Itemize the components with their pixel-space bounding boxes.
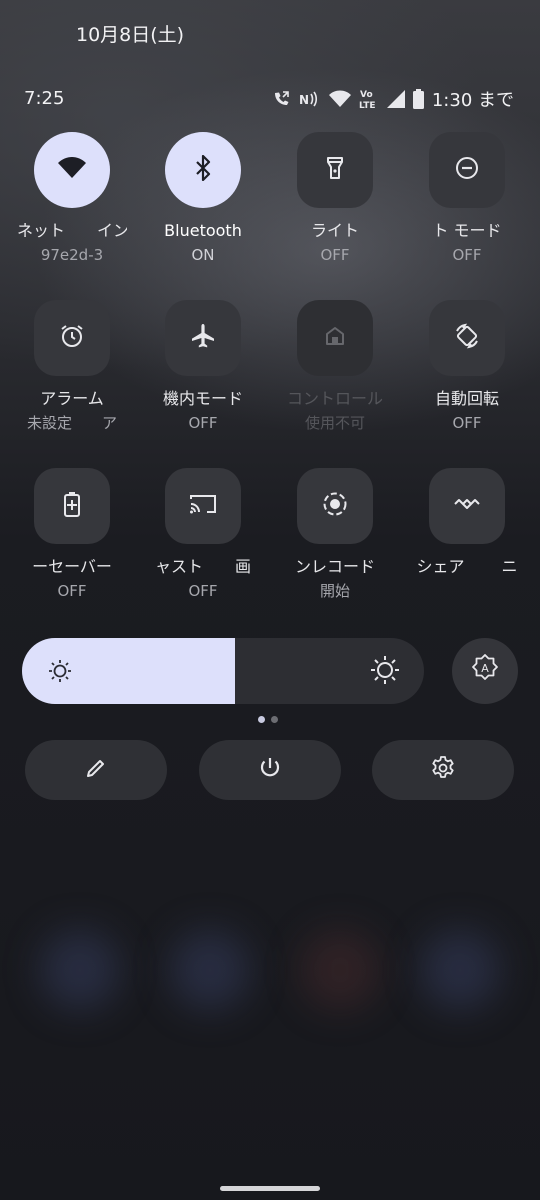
tile-label: ネット イン <box>17 221 127 240</box>
volte-icon: Vo LTE <box>359 88 379 110</box>
tile-nearby-share[interactable]: シェア ニ <box>412 468 522 602</box>
screen-record-icon <box>322 491 348 521</box>
tile-cast-button[interactable] <box>165 468 241 544</box>
tile-label: 自動回転 <box>434 389 499 408</box>
page-dot <box>271 716 278 723</box>
tile-alarm[interactable]: アラーム 未設定 ア <box>17 300 127 434</box>
status-bar: N Vo LTE 1:30 まで <box>271 88 514 111</box>
tile-dnd[interactable]: ト モード OFF <box>412 132 522 266</box>
svg-text:A: A <box>481 662 489 675</box>
tile-flashlight-button[interactable] <box>297 132 373 208</box>
tile-label: シェア ニ <box>416 557 518 576</box>
tile-label: ト モード <box>432 221 502 240</box>
date-label: 10月8日(土) <box>76 24 185 46</box>
tile-screen-record-button[interactable] <box>297 468 373 544</box>
auto-brightness-icon: A <box>469 653 501 689</box>
call-forward-icon <box>271 88 291 110</box>
brightness-low-icon <box>48 659 72 687</box>
tile-status: OFF <box>57 582 87 600</box>
battery-time-remaining: 1:30 まで <box>431 90 514 111</box>
clock: 7:25 <box>24 88 65 109</box>
tile-status <box>412 580 522 602</box>
alarm-icon <box>59 323 85 353</box>
battery-icon <box>412 88 424 110</box>
tile-label: ーセーバー <box>32 557 112 576</box>
tile-status: 未設定 ア <box>26 414 117 432</box>
svg-text:LTE: LTE <box>359 101 376 110</box>
tile-status: 開始 <box>319 582 350 600</box>
page-indicator <box>258 716 278 723</box>
blurred-app-icon <box>300 930 380 1010</box>
tile-internet-button[interactable] <box>34 132 110 208</box>
tile-nearby-share-button[interactable] <box>429 468 505 544</box>
tile-status: ON <box>191 246 215 264</box>
tile-home-control[interactable]: コントロール 使用不可 <box>280 300 390 434</box>
battery-saver-icon <box>64 491 80 521</box>
tile-status: OFF <box>452 414 482 432</box>
wifi-icon <box>57 156 87 184</box>
power-button[interactable] <box>199 740 341 800</box>
tile-status: OFF <box>320 246 350 264</box>
tile-bluetooth[interactable]: Bluetooth ON <box>148 132 258 266</box>
gear-icon <box>430 755 456 785</box>
edit-button[interactable] <box>25 740 167 800</box>
tile-label: 機内モード <box>162 389 243 408</box>
tile-airplane-button[interactable] <box>165 300 241 376</box>
flashlight-icon <box>326 156 344 184</box>
power-icon <box>258 756 282 784</box>
auto-brightness-button[interactable]: A <box>452 638 518 704</box>
tile-status: 97e2d-3 <box>40 246 127 264</box>
tile-label: ャスト 画 <box>154 557 251 576</box>
blurred-app-icon <box>170 930 250 1010</box>
tile-alarm-button[interactable] <box>34 300 110 376</box>
tile-cast[interactable]: ャスト 画 OFF <box>148 468 258 602</box>
airplane-icon <box>190 323 216 353</box>
do-not-disturb-icon <box>455 156 479 184</box>
tile-airplane[interactable]: 機内モード OFF <box>148 300 258 434</box>
tile-label: コントロール <box>286 389 383 408</box>
tile-label: ライト <box>310 221 359 240</box>
tile-auto-rotate-button[interactable] <box>429 300 505 376</box>
gesture-nav-bar[interactable] <box>220 1186 320 1191</box>
tile-internet[interactable]: ネット イン 97e2d-3 <box>17 132 127 266</box>
settings-button[interactable] <box>372 740 514 800</box>
signal-icon <box>386 88 405 110</box>
tile-dnd-button[interactable] <box>429 132 505 208</box>
svg-text:N: N <box>299 93 309 107</box>
tile-flashlight[interactable]: ライト OFF <box>280 132 390 266</box>
blurred-app-icon <box>40 930 120 1010</box>
brightness-high-icon <box>370 655 400 689</box>
cast-icon <box>189 493 217 519</box>
tile-auto-rotate[interactable]: 自動回転 OFF <box>412 300 522 434</box>
wifi-icon <box>328 88 351 110</box>
tile-bluetooth-button[interactable] <box>165 132 241 208</box>
rotate-icon <box>453 322 481 354</box>
brightness-slider[interactable] <box>22 638 424 704</box>
tile-battery-saver-button[interactable] <box>34 468 110 544</box>
home-icon <box>324 325 346 351</box>
tile-screen-record[interactable]: ンレコード 開始 <box>280 468 390 602</box>
tile-label: アラーム <box>40 389 104 408</box>
bluetooth-icon <box>195 154 211 185</box>
tile-status: OFF <box>188 582 218 600</box>
nearby-share-icon <box>453 495 481 517</box>
tile-label: ンレコード <box>294 557 375 576</box>
tile-home-control-button[interactable] <box>297 300 373 376</box>
tile-label: Bluetooth <box>164 221 242 240</box>
tile-status: OFF <box>452 246 482 264</box>
tile-battery-saver[interactable]: ーセーバー OFF <box>17 468 127 602</box>
nfc-icon: N <box>299 88 321 110</box>
page-dot-active <box>258 716 265 723</box>
tile-status: 使用不可 <box>304 414 365 432</box>
tile-status: OFF <box>188 414 218 432</box>
svg-text:Vo: Vo <box>360 90 373 100</box>
pencil-icon <box>85 757 107 783</box>
blurred-app-icon <box>420 930 500 1010</box>
